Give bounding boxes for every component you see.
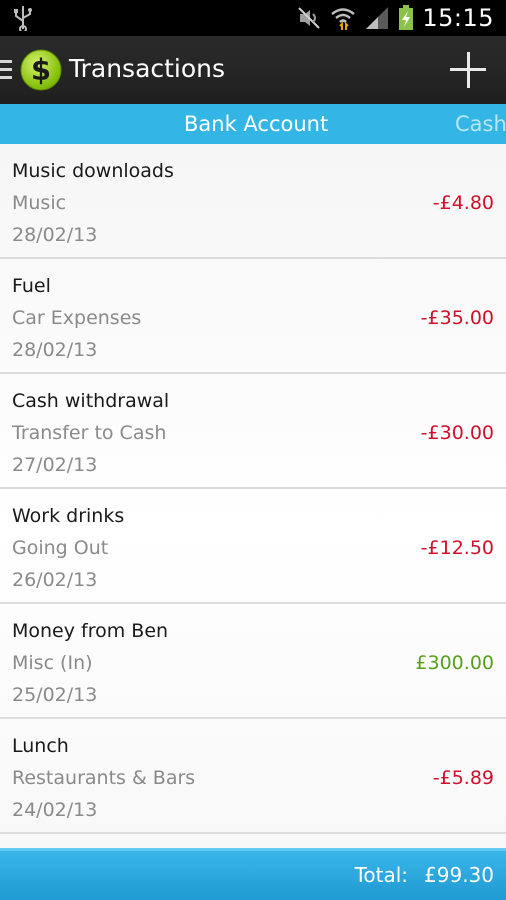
transaction-date: 26/02/13: [12, 569, 98, 591]
transaction-date: 28/02/13: [12, 339, 98, 361]
transaction-description: Music downloads: [12, 160, 174, 182]
transaction-amount: -£30.00: [420, 422, 494, 444]
transaction-description: Lunch: [12, 735, 69, 757]
tab-bank-account[interactable]: Bank Account: [184, 104, 328, 144]
total: Total: £99.30: [355, 863, 494, 887]
total-bar: Total: £99.30: [0, 848, 506, 900]
transaction-row[interactable]: Music downloads Music 28/02/13 -£4.80: [0, 144, 506, 259]
status-bar: 15:15: [0, 0, 506, 36]
mute-icon: [298, 7, 321, 29]
drawer-menu-icon[interactable]: [0, 60, 12, 82]
transaction-amount: -£4.80: [432, 192, 494, 214]
transaction-category: Restaurants & Bars: [12, 767, 196, 789]
transaction-category: Going Out: [12, 537, 109, 559]
transaction-date: 27/02/13: [12, 454, 98, 476]
transaction-list[interactable]: Music downloads Music 28/02/13 -£4.80 Fu…: [0, 144, 506, 848]
account-tabs: Bank Account Cash: [0, 104, 506, 144]
clock: 15:15: [422, 4, 494, 32]
transaction-date: 28/02/13: [12, 224, 98, 246]
usb-icon: [14, 6, 32, 31]
transaction-amount: -£35.00: [420, 307, 494, 329]
transaction-category: Car Expenses: [12, 307, 142, 329]
transaction-row[interactable]: Money from Ben Misc (In) 25/02/13 £300.0…: [0, 604, 506, 719]
signal-icon: [366, 7, 389, 29]
transaction-amount: -£5.89: [432, 767, 494, 789]
transaction-date: 24/02/13: [12, 799, 98, 821]
transaction-category: Transfer to Cash: [12, 422, 167, 444]
add-transaction-button[interactable]: [448, 50, 488, 90]
logo-symbol: $: [31, 53, 51, 87]
wifi-icon: [331, 8, 356, 30]
total-value: £99.30: [424, 863, 494, 887]
total-label: Total:: [354, 863, 409, 887]
transaction-description: Money from Ben: [12, 620, 169, 642]
transaction-row[interactable]: Work drinks Going Out 26/02/13 -£12.50: [0, 489, 506, 604]
transaction-date: 25/02/13: [12, 684, 98, 706]
transaction-category: Misc (In): [12, 652, 93, 674]
transaction-row[interactable]: Fuel Car Expenses 28/02/13 -£35.00: [0, 259, 506, 374]
action-bar: $ Transactions: [0, 36, 506, 104]
transaction-row[interactable]: Cash withdrawal Transfer to Cash 27/02/1…: [0, 374, 506, 489]
page-title: Transactions: [69, 54, 226, 83]
transaction-description: Fuel: [12, 275, 51, 297]
battery-charging-icon: [399, 5, 414, 30]
transaction-description: Cash withdrawal: [12, 390, 170, 412]
transaction-row[interactable]: Lunch Restaurants & Bars 24/02/13 -£5.89: [0, 719, 506, 834]
tab-cash[interactable]: Cash: [455, 104, 506, 144]
app-logo-icon[interactable]: $: [20, 49, 62, 91]
transaction-description: Work drinks: [12, 505, 125, 527]
transaction-category: Music: [12, 192, 67, 214]
transaction-amount: £300.00: [415, 652, 494, 674]
transaction-amount: -£12.50: [420, 537, 494, 559]
